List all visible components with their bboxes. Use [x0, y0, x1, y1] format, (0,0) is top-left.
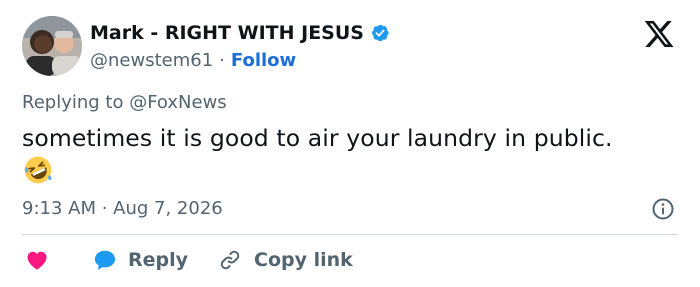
avatar[interactable] [22, 16, 82, 76]
tweet-text: sometimes it is good to air your laundry… [22, 124, 613, 152]
replying-to-mention[interactable]: @FoxNews [129, 92, 226, 113]
replying-prefix: Replying to [22, 92, 124, 113]
reply-bubble-icon [94, 250, 116, 270]
x-logo-icon[interactable] [642, 18, 676, 50]
tweet-timestamp[interactable]: 9:13 AM · Aug 7, 2026 [22, 198, 223, 219]
copy-link-button[interactable]: Copy link [218, 248, 353, 272]
name-row: Mark - RIGHT WITH JESUS [90, 20, 390, 46]
link-icon [220, 250, 240, 270]
handle-row: @newstem61 · Follow [90, 47, 390, 73]
action-bar: Reply Copy link [22, 245, 353, 275]
author-handle[interactable]: @newstem61 [90, 50, 213, 71]
follow-button[interactable]: Follow [231, 50, 296, 71]
divider [22, 234, 678, 235]
verified-badge-icon [370, 23, 390, 43]
rolling-laughing-emoji [23, 155, 53, 185]
heart-icon [27, 251, 47, 270]
reply-button[interactable]: Reply [92, 247, 188, 273]
info-icon[interactable] [651, 197, 675, 221]
like-button[interactable] [22, 248, 92, 272]
tweet-header: Mark - RIGHT WITH JESUS @newstem61 · Fol… [90, 20, 390, 73]
replying-to: Replying to @FoxNews [22, 92, 227, 113]
handle-separator: · [219, 49, 225, 71]
author-display-name[interactable]: Mark - RIGHT WITH JESUS [90, 22, 364, 44]
reply-label: Reply [128, 249, 189, 271]
avatar-photo [22, 16, 82, 76]
copy-link-label: Copy link [254, 249, 353, 271]
